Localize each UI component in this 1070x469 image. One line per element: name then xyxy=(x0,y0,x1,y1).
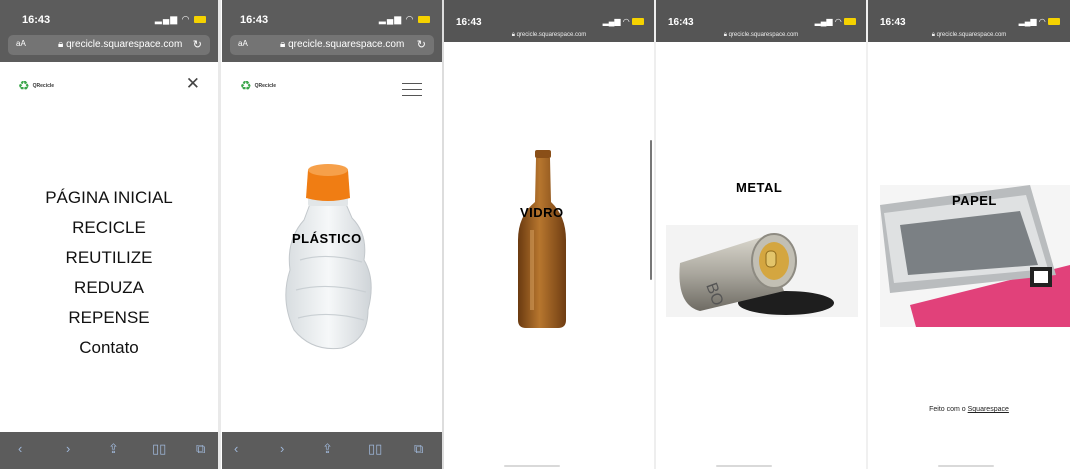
material-label-plastico[interactable]: PLÁSTICO xyxy=(292,231,362,246)
status-bar: 16:43 ▂▄▆ ◠ 🔒︎ qrecicle.squarespace.com xyxy=(656,0,866,42)
scroll-indicator[interactable] xyxy=(650,140,652,280)
logo-text: QRecicle xyxy=(32,82,55,89)
status-icons: ▂▄▆ ◠ xyxy=(603,17,644,26)
status-time: 16:43 xyxy=(240,14,269,26)
address-url: 🔒︎ qrecicle.squarespace.com xyxy=(280,39,404,50)
squarespace-link[interactable]: Squarespace xyxy=(968,406,1009,413)
home-indicator xyxy=(938,465,994,467)
reader-options-button[interactable]: aA xyxy=(238,39,248,48)
url-text: qrecicle.squarespace.com xyxy=(66,39,183,50)
address-url: 🔒︎ qrecicle.squarespace.com xyxy=(58,39,182,50)
bookmarks-icon[interactable]: ▯▯ xyxy=(152,441,166,457)
back-icon[interactable]: ‹ xyxy=(18,441,22,456)
plastic-bottle-image xyxy=(285,164,372,350)
mini-address[interactable]: 🔒︎ qrecicle.squarespace.com xyxy=(656,32,866,39)
forward-icon[interactable]: › xyxy=(280,441,284,456)
bookmarks-icon[interactable]: ▯▯ xyxy=(368,441,382,457)
share-icon[interactable]: ⇪ xyxy=(322,441,333,457)
status-time: 16:43 xyxy=(668,17,694,28)
battery-icon xyxy=(844,18,856,26)
mini-url-text: qrecicle.squarespace.com xyxy=(936,32,1007,38)
menu-item-reutilize[interactable]: REUTILIZE xyxy=(0,243,218,273)
browser-toolbar: ‹ › ⇪ ▯▯ ⧉ xyxy=(0,432,218,469)
site-logo[interactable]: ♻ QRecicle xyxy=(18,79,54,92)
phone-screen-menu: 16:43 ▂▄▆ ◠ aA 🔒︎ qrecicle.squarespace.c… xyxy=(0,0,218,469)
tabs-icon[interactable]: ⧉ xyxy=(414,441,423,457)
status-icons: ▂▄▆ ◠ xyxy=(379,14,430,25)
battery-icon xyxy=(632,18,644,26)
recycle-logo-icon: ♻ xyxy=(18,78,30,93)
site-logo[interactable]: ♻ QRecicle xyxy=(240,79,276,92)
status-time: 16:43 xyxy=(456,17,482,28)
status-bar: 16:43 ▂▄▆ ◠ xyxy=(0,0,218,34)
phone-screen-vidro: 16:43 ▂▄▆ ◠ 🔒︎ qrecicle.squarespace.com … xyxy=(444,0,654,469)
divider xyxy=(218,0,221,469)
reload-icon[interactable]: ↻ xyxy=(417,38,426,51)
home-indicator xyxy=(716,465,772,467)
site-header: ♻ QRecicle ✕ xyxy=(0,62,218,114)
back-icon[interactable]: ‹ xyxy=(234,441,238,456)
status-time: 16:43 xyxy=(880,17,906,28)
metal-can-image: BO xyxy=(666,225,858,317)
lock-icon: 🔒︎ xyxy=(280,39,286,50)
phone-screen-plastico: 16:43 ▂▄▆ ◠ aA 🔒︎ qrecicle.squarespace.c… xyxy=(222,0,442,469)
status-icons: ▂▄▆ ◠ xyxy=(1019,17,1060,26)
phone-screen-papel: 16:43 ▂▄▆ ◠ 🔒︎ qrecicle.squarespace.com … xyxy=(868,0,1070,469)
address-bar[interactable]: aA 🔒︎ qrecicle.squarespace.com ↻ xyxy=(8,35,210,55)
home-indicator xyxy=(504,465,560,467)
menu-item-contato[interactable]: Contato xyxy=(0,333,218,363)
status-icons: ▂▄▆ ◠ xyxy=(815,17,856,26)
footer-made-with: Feito com o xyxy=(929,406,966,413)
phone-screen-metal: 16:43 ▂▄▆ ◠ 🔒︎ qrecicle.squarespace.com … xyxy=(656,0,866,469)
menu-item-repense[interactable]: REPENSE xyxy=(0,303,218,333)
lock-icon: 🔒︎ xyxy=(58,39,64,50)
logo-text: QRecicle xyxy=(254,82,277,89)
status-bar: 16:43 ▂▄▆ ◠ 🔒︎ qrecicle.squarespace.com xyxy=(868,0,1070,42)
status-bar: 16:43 ▂▄▆ ◠ xyxy=(222,0,442,34)
material-label-metal[interactable]: METAL xyxy=(736,180,782,195)
hamburger-icon[interactable] xyxy=(402,83,422,101)
main-menu: PÁGINA INICIAL RECICLE REUTILIZE REDUZA … xyxy=(0,183,218,363)
forward-icon[interactable]: › xyxy=(66,441,70,456)
reader-options-button[interactable]: aA xyxy=(16,39,26,48)
share-icon[interactable]: ⇪ xyxy=(108,441,119,457)
material-label-papel[interactable]: PAPEL xyxy=(952,193,997,208)
tabs-icon[interactable]: ⧉ xyxy=(196,441,205,457)
site-header: ♻ QRecicle xyxy=(222,62,442,114)
status-icons: ▂▄▆ ◠ xyxy=(155,14,206,25)
footer-credit: Feito com o Squarespace xyxy=(868,406,1070,413)
battery-icon xyxy=(418,16,430,24)
mini-address[interactable]: 🔒︎ qrecicle.squarespace.com xyxy=(868,32,1070,39)
reload-icon[interactable]: ↻ xyxy=(193,38,202,51)
battery-icon xyxy=(194,16,206,24)
mini-address[interactable]: 🔒︎ qrecicle.squarespace.com xyxy=(444,32,654,39)
address-bar[interactable]: aA 🔒︎ qrecicle.squarespace.com ↻ xyxy=(230,35,434,55)
mini-url-text: qrecicle.squarespace.com xyxy=(516,32,587,38)
close-icon[interactable]: ✕ xyxy=(186,74,200,94)
recycle-logo-icon: ♻ xyxy=(240,78,252,93)
menu-item-home[interactable]: PÁGINA INICIAL xyxy=(0,183,218,213)
material-label-vidro[interactable]: VIDRO xyxy=(520,205,564,220)
glass-bottle-image xyxy=(518,150,566,328)
browser-toolbar: ‹ › ⇪ ▯▯ ⧉ xyxy=(222,432,442,469)
url-text: qrecicle.squarespace.com xyxy=(288,39,405,50)
mini-url-text: qrecicle.squarespace.com xyxy=(728,32,799,38)
menu-item-recicle[interactable]: RECICLE xyxy=(0,213,218,243)
menu-item-reduza[interactable]: REDUZA xyxy=(0,273,218,303)
battery-icon xyxy=(1048,18,1060,26)
status-bar: 16:43 ▂▄▆ ◠ 🔒︎ qrecicle.squarespace.com xyxy=(444,0,654,42)
status-time: 16:43 xyxy=(22,14,51,26)
